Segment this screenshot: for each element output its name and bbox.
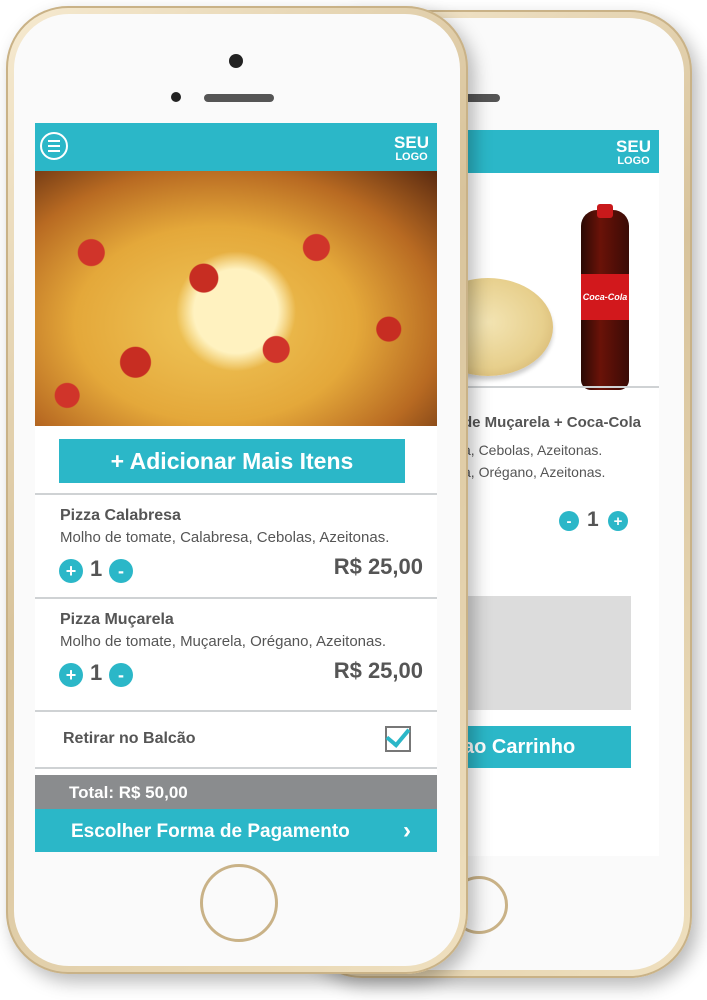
front-speaker	[204, 94, 274, 102]
back-product-desc-2: a, Orégano, Azeitonas.	[463, 464, 606, 480]
front-screen: SEU LOGO + Adicionar Mais Itens Pizza Ca…	[35, 123, 437, 852]
coke-label: Coca-Cola	[581, 274, 629, 320]
cart-item: Pizza Muçarela Molho de tomate, Muçarela…	[35, 599, 437, 699]
chevron-right-icon: ›	[403, 817, 411, 844]
plus-button[interactable]: +	[59, 663, 83, 687]
logo-line1: SEU	[616, 137, 651, 156]
item-quantity: 1	[90, 556, 103, 581]
front-sensor	[171, 92, 181, 102]
item-description: Molho de tomate, Calabresa, Cebolas, Aze…	[60, 529, 390, 546]
cart-item: Pizza Calabresa Molho de tomate, Calabre…	[35, 495, 437, 595]
choose-payment-button[interactable]: Escolher Forma de Pagamento ›	[35, 809, 437, 852]
front-logo: SEU LOGO	[394, 134, 429, 163]
checkmark-icon	[385, 722, 411, 748]
item-price: R$ 25,00	[333, 554, 423, 579]
back-gray-panel	[463, 596, 631, 710]
front-camera	[229, 54, 243, 68]
back-minus-button[interactable]: -	[559, 511, 579, 531]
pickup-option[interactable]: Retirar no Balcão	[35, 712, 437, 766]
back-screen: SEU LOGO Coca-Cola de Muçarela + Coca-Co…	[463, 130, 659, 856]
back-quantity: 1	[587, 508, 599, 531]
minus-button[interactable]: -	[109, 663, 133, 687]
front-topbar: SEU LOGO	[35, 123, 437, 171]
menu-icon[interactable]	[40, 132, 68, 160]
front-home-button	[200, 864, 278, 942]
bottle-cap	[597, 204, 613, 218]
item-name: Pizza Calabresa	[60, 507, 181, 524]
payment-label: Escolher Forma de Pagamento	[71, 821, 350, 842]
front-phone: SEU LOGO + Adicionar Mais Itens Pizza Ca…	[6, 6, 468, 974]
minus-button[interactable]: -	[109, 559, 133, 583]
add-to-cart-label: ao Carrinho	[463, 736, 576, 758]
plus-button[interactable]: +	[59, 559, 83, 583]
back-topbar: SEU LOGO	[463, 130, 659, 173]
mozzarella-pizza-image	[463, 278, 553, 376]
coca-cola-bottle-image: Coca-Cola	[581, 204, 629, 390]
logo-line2: LOGO	[395, 151, 428, 163]
back-divider	[463, 386, 659, 388]
add-more-items-button[interactable]: + Adicionar Mais Itens	[59, 439, 405, 483]
pizza-hero-image	[35, 171, 437, 426]
logo-line2: LOGO	[617, 155, 650, 167]
item-name: Pizza Muçarela	[60, 611, 174, 628]
item-price: R$ 25,00	[333, 658, 423, 683]
add-to-cart-button[interactable]: ao Carrinho	[463, 726, 631, 768]
total-bar: Total: R$ 50,00	[35, 775, 437, 809]
back-product-desc-1: a, Cebolas, Azeitonas.	[463, 442, 603, 458]
total-label: Total: R$ 50,00	[69, 783, 188, 802]
pickup-label: Retirar no Balcão	[63, 730, 196, 747]
back-plus-button[interactable]: +	[608, 511, 628, 531]
item-quantity: 1	[90, 660, 103, 685]
item-description: Molho de tomate, Muçarela, Orégano, Azei…	[60, 633, 387, 650]
back-product-title: de Muçarela + Coca-Cola	[463, 414, 641, 431]
divider	[35, 767, 437, 769]
pickup-checkbox[interactable]	[385, 722, 411, 752]
back-logo: SEU LOGO	[616, 138, 651, 167]
logo-line1: SEU	[394, 133, 429, 152]
